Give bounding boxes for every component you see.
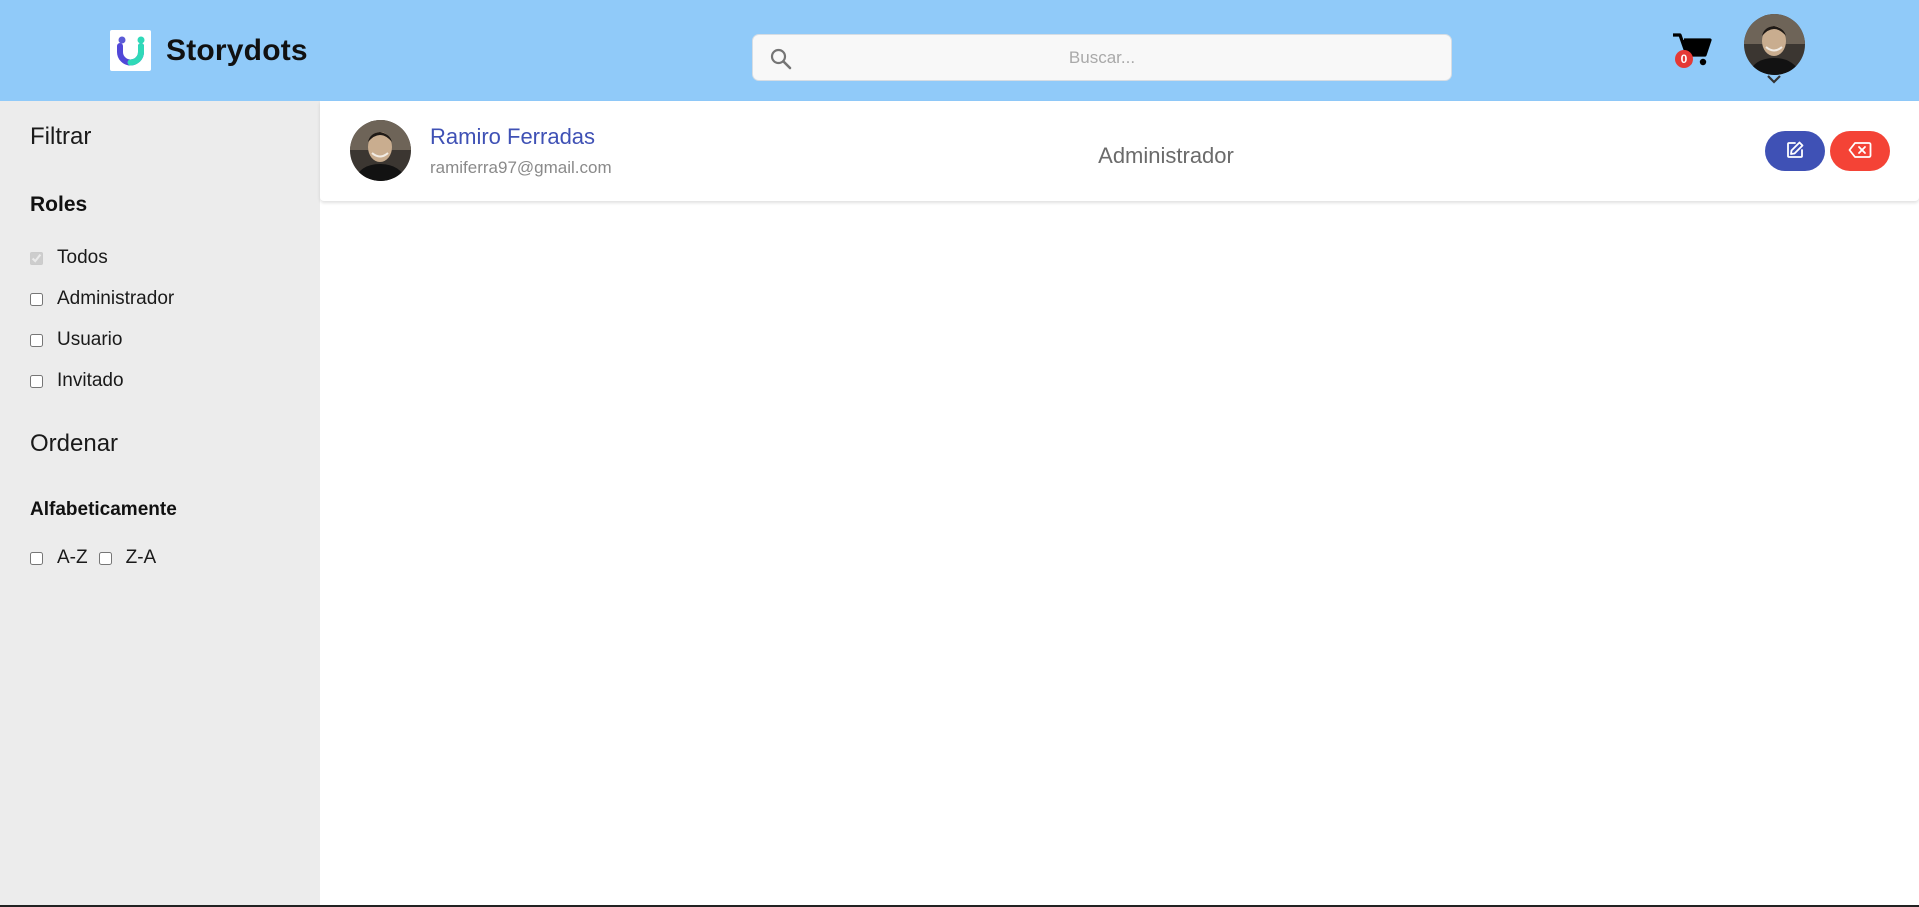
role-label: Administrador bbox=[57, 288, 175, 309]
sort-title: Ordenar bbox=[30, 430, 119, 457]
user-email: ramiferra97@gmail.com bbox=[430, 158, 612, 177]
search-bar bbox=[752, 34, 1452, 81]
role-label: Todos bbox=[57, 247, 108, 268]
role-label: Invitado bbox=[57, 370, 124, 391]
user-card-avatar bbox=[350, 120, 411, 181]
role-checkbox-administrador[interactable] bbox=[30, 292, 43, 306]
role-filter-usuario[interactable]: Usuario bbox=[30, 329, 122, 351]
role-label: Usuario bbox=[57, 329, 123, 350]
search-input[interactable] bbox=[753, 35, 1451, 80]
sort-label: A-Z bbox=[57, 547, 88, 568]
chevron-down-icon[interactable] bbox=[1765, 72, 1783, 84]
user-name[interactable]: Ramiro Ferradas bbox=[430, 124, 595, 150]
role-filter-invitado[interactable]: Invitado bbox=[30, 370, 124, 392]
edit-user-button[interactable] bbox=[1765, 131, 1825, 171]
storydots-logo-icon bbox=[110, 30, 151, 71]
top-app-bar: Storydots 0 bbox=[0, 0, 1919, 101]
user-list-item: Ramiro Ferradas ramiferra97@gmail.com Ad… bbox=[320, 101, 1919, 201]
role-filter-todos[interactable]: Todos bbox=[30, 247, 108, 269]
cart-button[interactable]: 0 bbox=[1672, 30, 1712, 70]
sort-option-a-z[interactable]: A-Z bbox=[30, 547, 88, 569]
sort-checkbox-z-a[interactable] bbox=[98, 551, 112, 565]
alphabetical-sort-options: A-Z Z-A bbox=[30, 547, 167, 569]
role-filter-administrador[interactable]: Administrador bbox=[30, 288, 174, 310]
roles-title: Roles bbox=[30, 193, 88, 216]
brand-name: Storydots bbox=[166, 33, 308, 67]
backspace-icon bbox=[1848, 141, 1872, 162]
filter-title: Filtrar bbox=[30, 123, 92, 150]
filter-sidebar: Filtrar Roles Todos Administrador Usuari… bbox=[0, 101, 320, 907]
alphabetical-title: Alfabeticamente bbox=[30, 499, 177, 520]
brand-link[interactable]: Storydots bbox=[110, 30, 308, 71]
role-checkbox-invitado[interactable] bbox=[30, 374, 43, 388]
role-checkbox-usuario[interactable] bbox=[30, 333, 43, 347]
edit-icon bbox=[1785, 140, 1805, 163]
role-checkbox-todos[interactable] bbox=[30, 251, 43, 265]
sort-option-z-a[interactable]: Z-A bbox=[98, 547, 157, 569]
cart-count-badge: 0 bbox=[1675, 50, 1693, 68]
sort-checkbox-a-z[interactable] bbox=[30, 551, 43, 565]
sort-label: Z-A bbox=[125, 547, 157, 568]
user-role: Administrador bbox=[1098, 143, 1234, 168]
user-avatar[interactable] bbox=[1744, 14, 1805, 75]
delete-user-button[interactable] bbox=[1830, 131, 1890, 171]
